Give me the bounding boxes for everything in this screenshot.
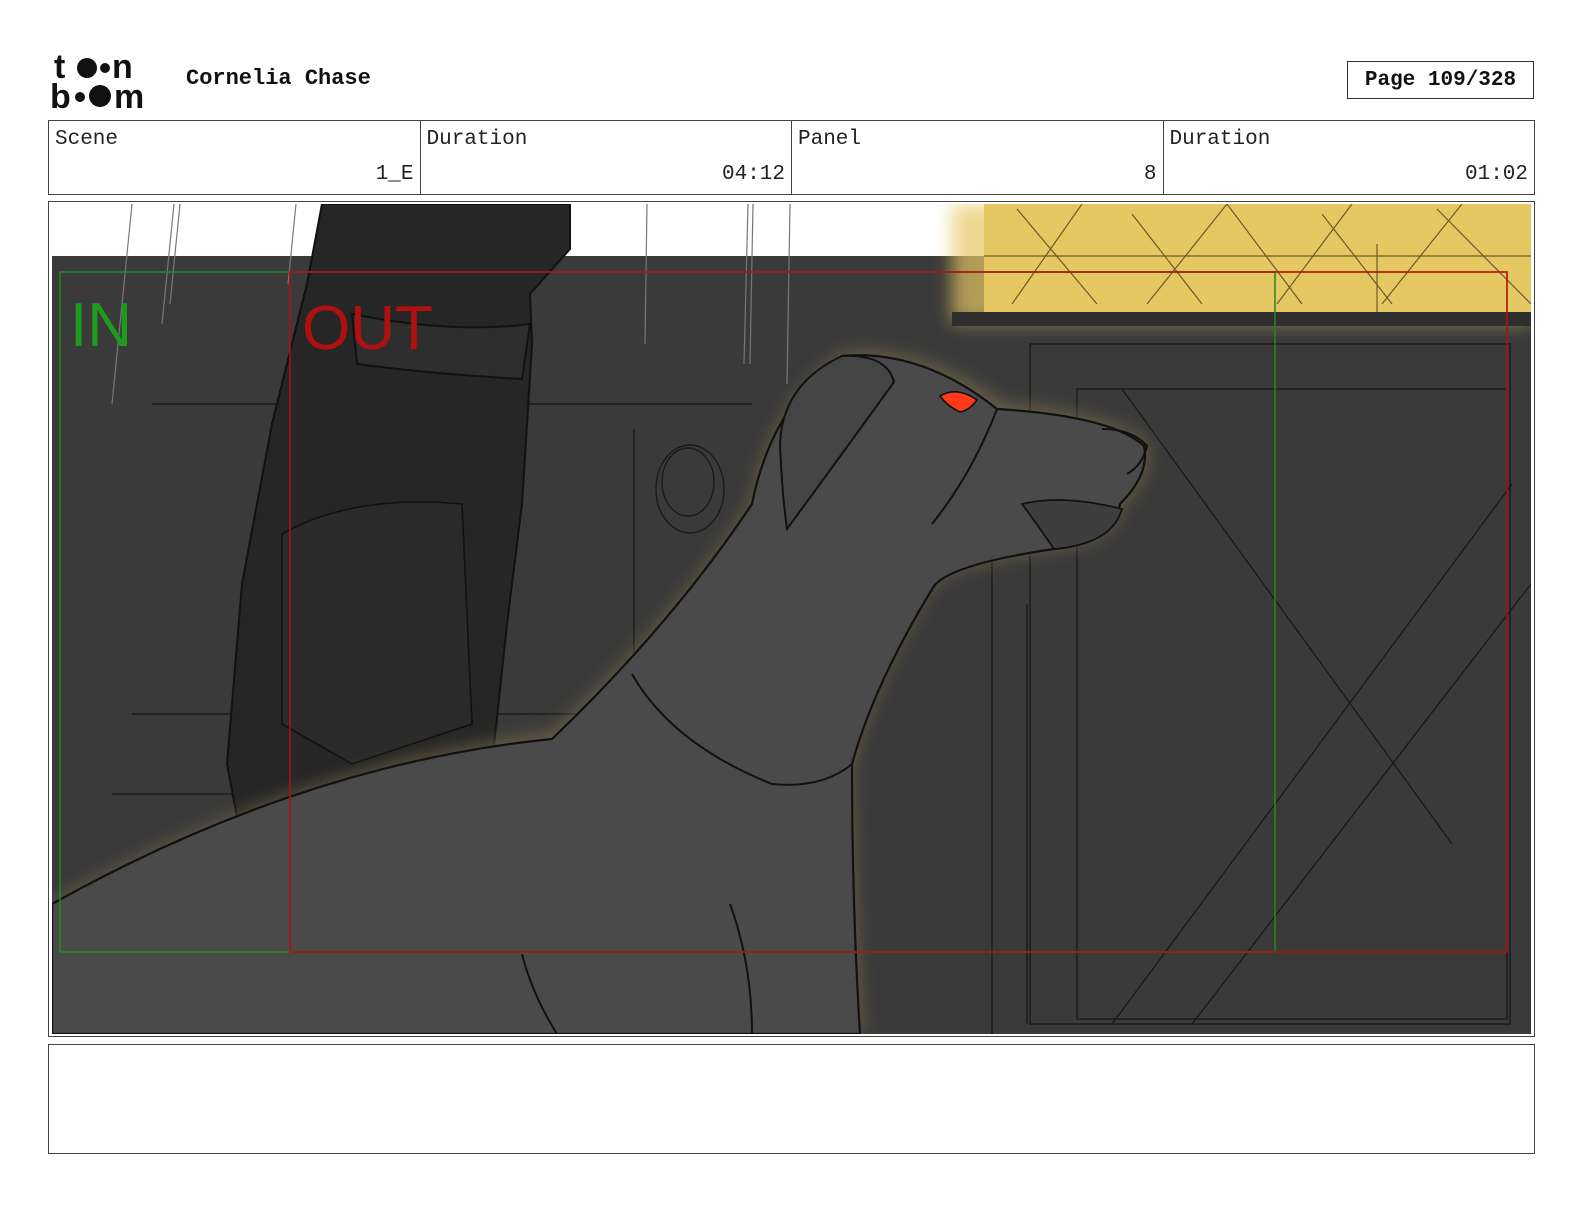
page-number: Page 109/328 [1347, 61, 1534, 99]
panel-info-table: Scene 1_E Duration 04:12 Panel 8 Duratio… [48, 120, 1535, 195]
scene-duration-cell: Duration 04:12 [421, 121, 792, 194]
storyboard-panel-drawing: IN OUT [52, 204, 1531, 1034]
svg-text:b: b [50, 78, 71, 112]
scene-cell: Scene 1_E [49, 121, 421, 194]
project-title: Cornelia Chase [186, 66, 371, 91]
panel-duration-cell: Duration 01:02 [1164, 121, 1535, 194]
in-marker: IN [70, 291, 132, 360]
panel-cell: Panel 8 [792, 121, 1164, 194]
panel-duration-value: 01:02 [1464, 163, 1528, 186]
window-ledge [952, 312, 1531, 326]
panel-label: Panel [798, 128, 862, 151]
scene-duration-label: Duration [426, 128, 528, 151]
panel-value: 8 [1143, 163, 1157, 186]
out-marker: OUT [302, 294, 433, 363]
svg-text:m: m [114, 78, 144, 112]
panel-notes-box [48, 1044, 1535, 1154]
scene-label: Scene [55, 128, 119, 151]
scene-duration-value: 04:12 [721, 163, 785, 186]
scene-value: 1_E [375, 163, 414, 186]
panel-duration-label: Duration [1169, 128, 1271, 151]
toon-boom-logo: t n b m [50, 50, 144, 112]
